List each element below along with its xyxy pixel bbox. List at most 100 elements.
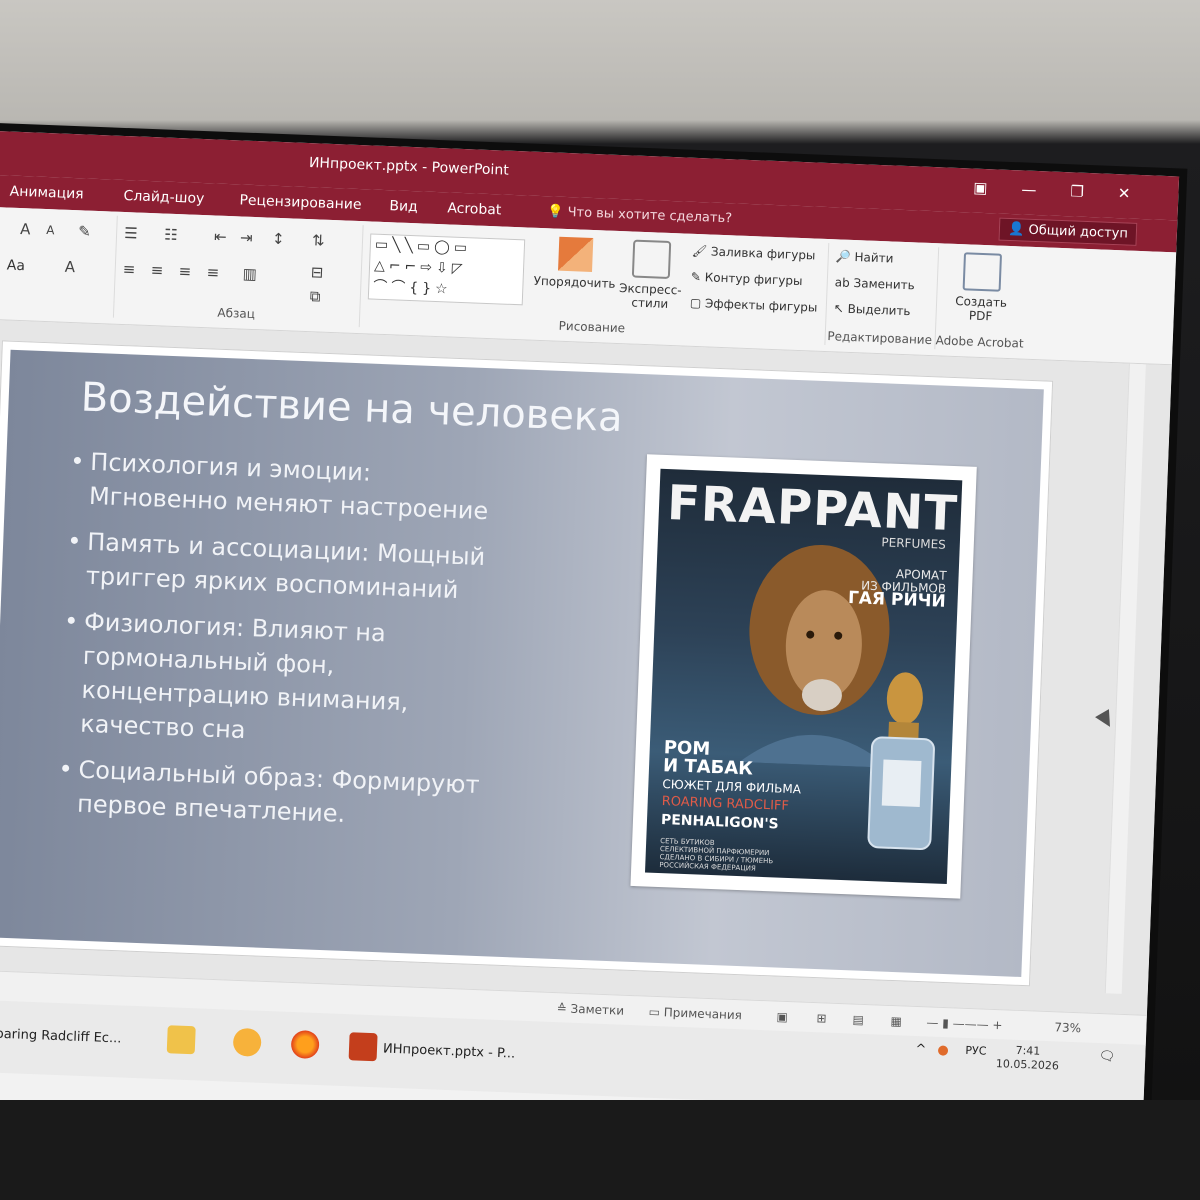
share-label: Общий доступ [1028,222,1129,242]
taskbar-ppt-label[interactable]: ИНпроект.pptx - P... [383,1042,516,1062]
smartart-icon[interactable]: ⧉ [310,287,321,305]
shape-effects-label: Эффекты фигуры [704,296,818,315]
editing-label: Редактирование [827,329,933,348]
bullet-item: • Психология и эмоции: Мгновенно меняют н… [68,444,510,529]
close-button[interactable]: ✕ [1117,184,1130,202]
bullet-text: Физиология: Влияют на гормональный фон, … [79,607,409,745]
system-tray: ^ ● РУС 7:41 10.05.2026 🗨 [915,1037,1116,1074]
bullet-dot: • [63,606,79,636]
normal-view-icon[interactable]: ▣ [776,1010,788,1024]
shapes-gallery[interactable]: ▭╲╲▭◯▭ △⌐⌐⇨⇩◸ ⌒⌒{}☆ [367,233,526,306]
shape-effects-button[interactable]: ▢ Эффекты фигуры [690,296,818,315]
cover-headline: АРОМАТ ИЗ ФИЛЬМОВ ГАЯ РИЧИ [847,566,947,612]
notifications-icon[interactable]: 🗨 [1098,1049,1115,1065]
reading-view-icon[interactable]: ▤ [852,1013,864,1027]
bullet-item: • Память и ассоциации: Мощный триггер ярк… [65,524,507,609]
text-direction-icon[interactable]: ⇅ [312,231,325,249]
font-color-icon[interactable]: A [64,258,75,276]
shape-outline-label: Контур фигуры [704,270,803,289]
tray-app-icon[interactable]: ● [937,1043,949,1058]
shape-fill-button[interactable]: 🖌 Заливка фигуры [692,244,816,263]
comments-button[interactable]: ▭ Примечания [648,1005,742,1023]
numbering-icon[interactable]: ☷ [164,226,178,245]
shrink-font-icon[interactable]: A [46,223,55,237]
window-title: ИНпроект.pptx - PowerPoint [308,155,510,179]
clock-date: 10.05.2026 [995,1057,1060,1073]
decrease-indent-icon[interactable]: ⇤ [214,227,227,245]
slide-title[interactable]: Воздействие на человека [80,374,624,441]
perfume-bottle-illustration [867,672,935,851]
minimize-button[interactable]: — [1021,180,1037,199]
replace-button[interactable]: ab Заменить [835,275,915,292]
tell-me-text: Что вы хотите сделать? [567,205,733,227]
cover-feature: РОМ И ТАБАК СЮЖЕТ ДЛЯ ФИЛЬМА ROARING RAD… [661,737,803,834]
create-pdf-button[interactable]: Создать PDF [945,252,1018,325]
cover-fine-print: СЕТЬ БУТИКОВ СЕЛЕКТИВНОЙ ПАРФЮМЕРИИ СДЕЛ… [659,837,774,873]
quick-styles-button[interactable]: Экспресс- стили [618,239,685,311]
powerpoint-icon[interactable] [348,1032,378,1062]
tab-slideshow[interactable]: Слайд-шоу [123,188,204,207]
align-text-icon[interactable]: ⊟ [310,263,323,281]
slide-frame[interactable]: Воздействие на человека • Психология и эм… [0,340,1054,987]
bullet-text: Память и ассоциации: Мощный триггер ярки… [85,527,486,605]
slide-editor: Воздействие на человека • Психология и эм… [0,318,1172,1015]
clear-format-icon[interactable]: ✎ [78,222,91,240]
bullet-list[interactable]: • Психология и эмоции: Мгновенно меняют н… [56,444,511,849]
restore-button[interactable]: ❐ [1070,182,1084,201]
bullet-dot: • [69,447,86,476]
select-button[interactable]: ↖ Выделить [834,301,911,318]
drawing-group: ▭╲╲▭◯▭ △⌐⌐⇨⇩◸ ⌒⌒{}☆ Упорядочить Экспресс- … [358,225,830,345]
bullet-text: Психология и эмоции: Мгновенно меняют на… [88,447,489,526]
file-explorer-icon[interactable] [166,1025,196,1055]
magazine-cover: FRAPPANT PERFUMES АРОМАТ ИЗ ФИЛЬМОВ ГАЯ … [644,468,963,885]
select-label: Выделить [847,301,911,319]
shape-outline-button[interactable]: ✎ Контур фигуры [691,270,803,288]
editing-group: 🔎 Найти ab Заменить ↖ Выделить Редактиро… [824,243,940,350]
notes-button[interactable]: ≙ Заметки [556,1001,624,1018]
increase-indent-icon[interactable]: ⇥ [240,228,253,246]
tab-acrobat[interactable]: Acrobat [447,200,502,218]
arrange-button[interactable]: Упорядочить [532,236,618,291]
zoom-level[interactable]: 73% [1054,1020,1081,1035]
find-button[interactable]: 🔎 Найти [836,249,894,265]
find-label: Найти [854,250,894,266]
slide-sorter-icon[interactable]: ⊞ [816,1011,827,1025]
tray-chevron-icon[interactable]: ^ [915,1042,926,1057]
tab-review[interactable]: Рецензирование [239,192,362,213]
laptop-base [0,1100,1200,1200]
bullet-dot: • [58,754,74,784]
tell-me-search[interactable]: 💡 Что вы хотите сделать? [547,204,732,226]
share-button[interactable]: 👤 Общий доступ [998,217,1138,246]
line-spacing-icon[interactable]: ↕ [272,230,285,248]
paragraph-label: Абзац [217,305,256,322]
justify-icon[interactable]: ≡ [206,263,219,281]
cover-aroma-3: ГАЯ РИЧИ [847,588,946,612]
ribbon-display-options-icon[interactable]: ▣ [973,179,988,198]
paragraph-group: ☰ ☷ ⇤ ⇥ ↕ ⇅ ≡ ≡ ≡ ≡ ▥ ⊟ ⧉ Абзац [112,215,364,328]
taskbar-chrome-label[interactable]: Roaring Radcliff Ec... [0,1026,122,1046]
photo-scene: ИНпроект.pptx - PowerPoint ▣ — ❐ ✕ Анима… [0,0,1200,1200]
bullets-icon[interactable]: ☰ [124,224,138,243]
tab-view[interactable]: Вид [389,198,418,215]
grow-font-icon[interactable]: A [20,220,31,238]
firefox-icon[interactable] [290,1030,320,1060]
bullet-item: • Социальный образ: Формируют первое впеч… [57,752,499,837]
tab-animations[interactable]: Анимация [9,184,84,203]
slideshow-view-icon[interactable]: ▦ [890,1014,902,1028]
magazine-masthead: FRAPPANT [666,475,959,543]
media-player-icon[interactable] [232,1027,262,1057]
align-center-icon[interactable]: ≡ [150,261,163,279]
align-left-icon[interactable]: ≡ [122,260,135,278]
columns-icon[interactable]: ▥ [242,265,257,284]
zoom-slider[interactable]: — ▮ ——— + [926,1015,1003,1032]
align-right-icon[interactable]: ≡ [178,262,191,280]
magazine-cover-image[interactable]: FRAPPANT PERFUMES АРОМАТ ИЗ ФИЛЬМОВ ГАЯ … [630,454,977,899]
change-case-button[interactable]: Aa [7,258,26,275]
slide[interactable]: Воздействие на человека • Психология и эм… [0,349,1044,977]
acrobat-label: Adobe Acrobat [935,333,1024,351]
shape-fill-label: Заливка фигуры [710,244,816,263]
clock[interactable]: 7:41 10.05.2026 [996,1043,1060,1073]
pdf-icon [962,252,1003,292]
vertical-scrollbar[interactable] [1104,363,1146,994]
language-indicator[interactable]: РУС [965,1044,987,1058]
